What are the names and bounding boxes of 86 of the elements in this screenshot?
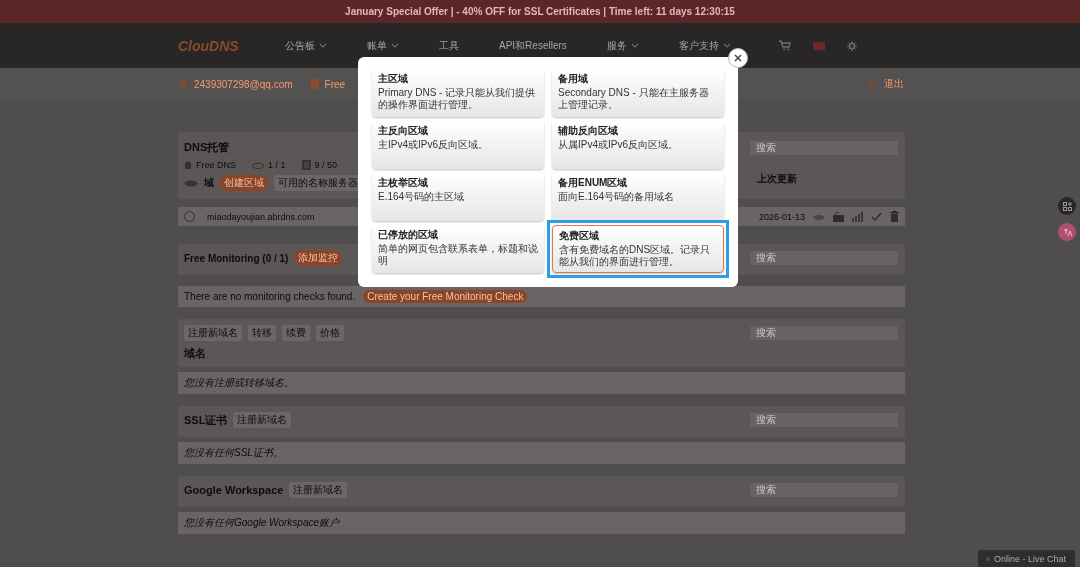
zone-type-option[interactable]: 已停放的区域 简单的网页包含联系表单，标题和说明 [372,225,544,273]
grid-plus-icon [1062,201,1072,211]
option-title: 主反向区域 [378,124,428,138]
option-title: 主区域 [378,72,408,86]
stat-label: 1 / 1 [268,160,286,170]
logout-link[interactable]: 退出 [884,77,904,91]
document-icon [310,79,319,89]
search-field[interactable]: 搜索 [749,250,899,266]
nav-menu-item[interactable]: 公告板 [285,38,327,53]
stat-label: Free DNS [196,160,236,170]
power-icon [868,79,878,89]
option-title: 已停放的区域 [378,228,438,242]
nav-menu-item[interactable]: API和Resellers [499,38,567,53]
cloud-icon [184,179,198,187]
folder-icon[interactable] [833,211,844,222]
search-field[interactable]: 搜索 [749,482,899,498]
translate-icon [1062,227,1072,237]
section-title: SSL证书 [184,412,228,428]
empty-message: 您没有任何Google Workspace账户 [184,516,340,530]
option-description: 简单的网页包含联系表单，标题和说明 [378,243,538,267]
check-icon[interactable] [871,212,882,221]
option-description: Primary DNS - 记录只能从我们提供的操作界面进行管理。 [378,87,537,111]
plan-label: Free [324,78,346,90]
tab[interactable]: 价格 [316,325,344,341]
zone-type-option[interactable]: 备用域 Secondary DNS - 只能在主服务器上管理记录。 [552,69,724,117]
option-description: 面向E.164号码的备用域名 [558,191,675,203]
option-title: 免费区域 [559,229,599,243]
zone-type-option[interactable]: 免费区域 含有免费域名的DNS区域。记录只能从我们的界面进行管理。 [552,225,724,273]
zone-type-option[interactable]: 备用ENUM区域 面向E.164号码的备用域名 [552,173,724,221]
search-field[interactable]: 搜索 [749,412,899,428]
tab[interactable]: 转移 [248,325,276,341]
empty-message: 您没有注册或转移域名。 [184,376,294,390]
cloud-icon[interactable] [813,213,825,220]
promo-banner: January Special Offer | - 40% OFF for SSL Certificates | Time left: 11 days 12:30:15 [0,0,1080,23]
option-title: 主枚举区域 [378,176,428,190]
zone-type-option[interactable]: 辅助反向区域 从属IPv4或IPv6反向区域。 [552,121,724,169]
apps-button[interactable] [1058,197,1076,215]
stat-label: 9 / 50 [314,160,338,170]
status-dot-icon [986,556,990,561]
account-email[interactable]: 2439307298@qq.com [194,78,293,90]
zone-name[interactable]: miaodayoujian.abrdns.com [207,211,315,222]
option-description: Secondary DNS - 只能在主服务器上管理记录。 [558,87,710,111]
trash-icon[interactable] [890,211,899,222]
nav-menu-item[interactable]: 服务 [606,38,639,53]
empty-message: There are no monitoring checks found. [184,291,356,302]
close-icon [734,54,742,62]
chevron-down-icon [630,43,639,48]
zone-type-option[interactable]: 主反向区域 主IPv4或IPv6反向区域。 [372,121,544,169]
column-header: 域 [204,176,214,190]
create-monitor-button[interactable]: Create your Free Monitoring Check [363,290,528,303]
create-zone-button[interactable]: 创建区域 [220,175,268,191]
empty-message: 您没有任何SSL证书。 [184,446,283,460]
option-title: 辅助反向区域 [558,124,618,138]
option-title: 备用域 [558,72,588,86]
section-title: DNS托管 [184,140,230,155]
tab[interactable]: 注册新域名 [184,325,242,341]
live-chat-button[interactable]: Online - Live Chat [978,550,1075,567]
chevron-down-icon [319,43,327,48]
tab[interactable]: 续费 [282,325,310,341]
cart-icon[interactable] [778,40,791,51]
chevron-down-icon [391,43,399,48]
section-title: Google Workspace [184,484,284,496]
option-description: 主IPv4或IPv6反向区域。 [378,139,489,151]
search-field[interactable]: 搜索 [749,325,899,341]
register-button[interactable]: 注册新域名 [289,482,348,498]
zone-type-option[interactable]: 主区域 Primary DNS - 记录只能从我们提供的操作界面进行管理。 [372,69,544,117]
section-title: 域名 [184,346,206,361]
last-updated-date: 2026-01-13 [758,211,805,222]
section-title: Free Monitoring (0 / 1) [184,252,289,264]
nav-menu-item[interactable]: 账单 [367,38,399,53]
option-description: 含有免费域名的DNS区域。记录只能从我们的界面进行管理。 [559,244,712,268]
option-title: 备用ENUM区域 [558,176,628,190]
tag-icon [184,160,192,170]
register-button[interactable]: 注册新域名 [233,412,292,428]
cloud-icon [252,161,264,169]
option-description: 从属IPv4或IPv6反向区域。 [558,139,679,151]
translate-button[interactable] [1058,223,1076,241]
add-monitor-button[interactable]: 添加监控 [294,250,343,266]
search-field[interactable]: 搜索 [749,140,899,156]
zone-type-option[interactable]: 主枚举区域 E.164号码的主区域 [372,173,544,221]
nav-menu-item[interactable]: 客户支持 [678,38,731,53]
bar-chart-icon[interactable] [852,211,863,222]
option-description: E.164号码的主区域 [378,191,465,203]
nav-menu-item[interactable]: 工具 [439,38,459,53]
column-header: 上次更新 [757,172,797,186]
chevron-down-icon [722,43,731,48]
